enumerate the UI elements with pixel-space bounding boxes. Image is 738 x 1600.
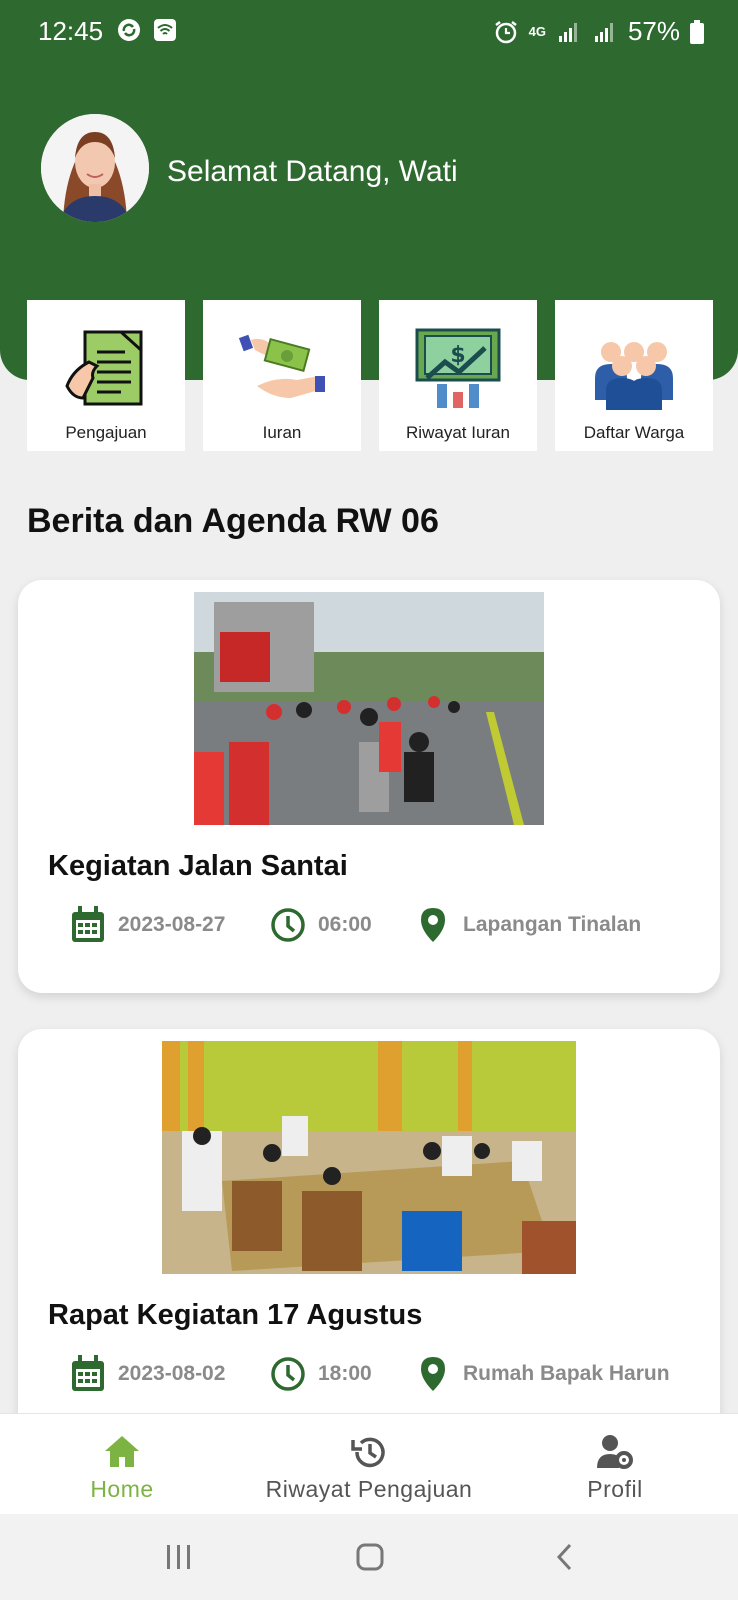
news-date: 2023-08-02 (70, 1355, 270, 1393)
menu-label: Pengajuan (65, 423, 147, 442)
people-group-icon (595, 342, 673, 410)
nav-profil[interactable]: Profil (560, 1414, 670, 1515)
status-bar: 12:45 4G 57% (0, 0, 738, 60)
nav-label: Riwayat Pengajuan (265, 1476, 473, 1502)
battery-percent: 57% (627, 16, 680, 46)
news-location: Lapangan Tinalan (415, 906, 641, 944)
nav-label: Profil (587, 1476, 643, 1502)
menu-iuran[interactable]: Iuran (203, 300, 361, 451)
news-location-text: Rumah Bapak Harun (463, 1362, 670, 1385)
user-photo-icon (41, 114, 149, 222)
news-image (194, 592, 544, 825)
news-date-text: 2023-08-02 (118, 1362, 226, 1385)
location-pin-icon (421, 1357, 445, 1391)
menu-label: Iuran (262, 423, 302, 442)
system-nav-bar (0, 1514, 738, 1600)
wifi-notification-icon (154, 19, 176, 41)
nav-label: Home (90, 1476, 154, 1502)
welcome-text: Selamat Datang, Wati (167, 155, 458, 188)
nav-home[interactable]: Home (62, 1414, 182, 1515)
home-icon (105, 1436, 139, 1467)
menu-pengajuan[interactable]: Pengajuan (27, 300, 185, 451)
alarm-icon (494, 20, 517, 43)
news-title: Rapat Kegiatan 17 Agustus (48, 1299, 423, 1331)
calendar-icon (72, 1355, 104, 1391)
news-date-text: 2023-08-27 (118, 913, 226, 936)
news-location-text: Lapangan Tinalan (463, 913, 642, 936)
news-date: 2023-08-27 (70, 906, 270, 944)
back-icon[interactable] (550, 1542, 580, 1572)
document-hand-icon (65, 330, 143, 406)
section-title: Berita dan Agenda RW 06 (27, 502, 439, 540)
news-time: 18:00 (270, 1355, 415, 1393)
news-location: Rumah Bapak Harun (415, 1355, 670, 1393)
avatar[interactable] (41, 114, 149, 222)
location-pin-icon (421, 908, 445, 942)
news-meta: 2023-08-27 06:00 Lapangan Tinalan (70, 906, 641, 944)
battery-icon (690, 19, 704, 44)
signal-2-icon (594, 22, 613, 42)
signal-icon (558, 22, 577, 42)
home-button-icon[interactable] (355, 1542, 385, 1572)
quick-menu: Pengajuan Iuran $ Riwayat Iuran Daftar W… (27, 300, 713, 451)
news-title: Kegiatan Jalan Santai (48, 850, 348, 882)
news-image (162, 1041, 576, 1274)
menu-label: Daftar Warga (583, 423, 685, 442)
calendar-icon (72, 906, 104, 942)
menu-daftar-warga[interactable]: Daftar Warga (555, 300, 713, 451)
sync-notification-icon (118, 19, 140, 41)
news-time: 06:00 (270, 906, 415, 944)
status-time: 12:45 (38, 16, 104, 46)
news-time-text: 18:00 (318, 1362, 372, 1385)
news-time-text: 06:00 (318, 913, 372, 936)
nav-riwayat-pengajuan[interactable]: Riwayat Pengajuan (244, 1414, 494, 1515)
menu-riwayat-iuran[interactable]: $ Riwayat Iuran (379, 300, 537, 451)
finance-chart-icon: $ (415, 328, 501, 408)
user-settings-icon (597, 1435, 633, 1469)
money-hand-icon (238, 334, 325, 398)
news-meta: 2023-08-02 18:00 Rumah Bapak Harun (70, 1355, 670, 1393)
recent-apps-icon[interactable] (164, 1542, 194, 1572)
history-icon (351, 1437, 385, 1468)
menu-label: Riwayat Iuran (406, 423, 510, 442)
news-card[interactable]: Rapat Kegiatan 17 Agustus 2023-08-02 18:… (18, 1029, 720, 1449)
svg-text:$: $ (450, 343, 465, 368)
clock-icon (271, 908, 305, 942)
news-card[interactable]: Kegiatan Jalan Santai 2023-08-27 06:00 L (18, 580, 720, 993)
clock-icon (271, 1357, 305, 1391)
bottom-nav: Home Riwayat Pengajuan Profil (0, 1413, 738, 1514)
network-type: 4G (528, 24, 546, 39)
